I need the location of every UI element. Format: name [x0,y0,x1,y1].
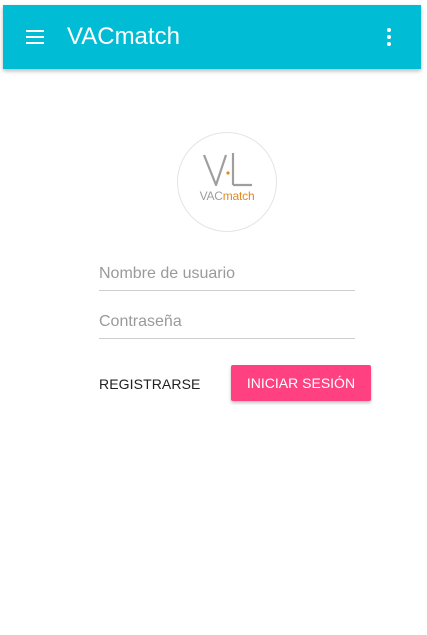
app-title: VACmatch [67,23,180,50]
logo-text-match: match [222,189,255,203]
login-button[interactable]: INICIAR SESIÓN [231,365,371,401]
logo-text-vac: VAC [199,189,223,203]
logo-wordmark: VACmatch [178,189,276,203]
more-vert-icon[interactable] [381,25,397,49]
app-logo: VACmatch [177,132,277,232]
username-field [99,260,355,291]
vac-logo-mark-icon [202,153,252,187]
password-field [99,308,355,339]
menu-icon[interactable] [23,25,47,49]
username-input[interactable] [99,260,355,288]
register-button[interactable]: REGISTRARSE [99,374,200,394]
app-bar: VACmatch [3,5,421,69]
login-screen: VACmatch VACmatch REGISTRARSE INICIAR SE… [0,0,427,635]
password-input[interactable] [99,308,355,336]
